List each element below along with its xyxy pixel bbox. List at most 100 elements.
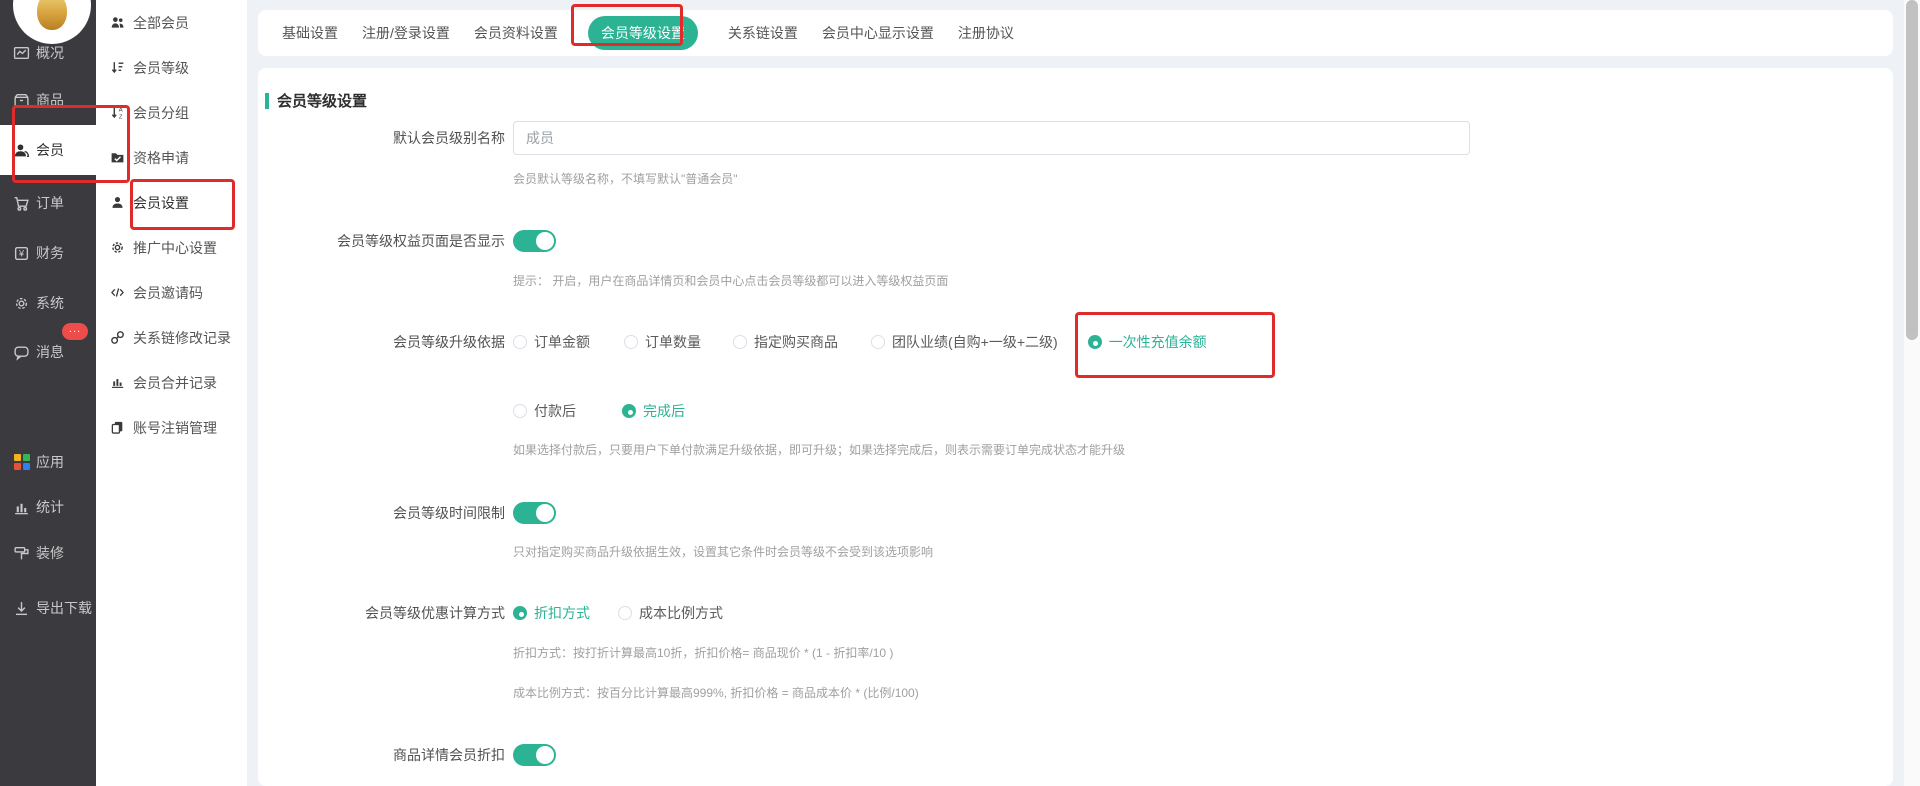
radio-after-completion[interactable]: 完成后 xyxy=(622,401,685,421)
radio-circle-icon xyxy=(513,335,527,349)
invite-code-icon xyxy=(110,285,125,300)
account-cancel-icon xyxy=(110,420,125,435)
decorate-icon xyxy=(13,545,30,562)
sidebar-item-member-group[interactable]: A Z 会员分组 xyxy=(96,90,247,135)
tab-register-agreement[interactable]: 注册协议 xyxy=(958,16,1014,50)
primary-sidebar: 概况 商品 会员 订单 ¥ 财务 xyxy=(0,0,96,786)
sidebar-item-apps[interactable]: 应用 xyxy=(0,437,96,487)
upgrade-basis-label: 会员等级升级依据 xyxy=(258,332,505,352)
time-limit-toggle[interactable] xyxy=(513,502,556,524)
sidebar-item-label: 会员 xyxy=(36,140,64,160)
sidebar-item-label: 推广中心设置 xyxy=(133,238,217,258)
scrollbar-track xyxy=(1904,0,1920,786)
time-limit-help: 只对指定购买商品升级依据生效，设置其它条件时会员等级不会受到该选项影响 xyxy=(513,543,933,560)
radio-order-count[interactable]: 订单数量 xyxy=(624,332,701,352)
sidebar-item-label: 系统 xyxy=(36,293,64,313)
section-title: 会员等级设置 xyxy=(277,90,367,111)
radio-cost-ratio-method[interactable]: 成本比例方式 xyxy=(618,603,723,623)
sidebar-item-system[interactable]: 系统 xyxy=(0,278,96,328)
default-level-name-input[interactable] xyxy=(513,121,1470,155)
sidebar-item-label: 关系链修改记录 xyxy=(133,328,231,348)
detail-discount-toggle[interactable] xyxy=(513,744,556,766)
orders-icon xyxy=(13,195,30,212)
member-level-settings-panel: 会员等级设置 默认会员级别名称 会员默认等级名称，不填写默认"普通会员" 会员等… xyxy=(258,68,1893,786)
sidebar-item-label: 资格申请 xyxy=(133,148,189,168)
sidebar-item-qualification[interactable]: 资格申请 xyxy=(96,135,247,180)
scrollbar-thumb[interactable] xyxy=(1906,0,1918,340)
section-accent-bar xyxy=(265,93,269,109)
member-level-icon xyxy=(110,60,125,75)
tab-basic-settings[interactable]: 基础设置 xyxy=(282,16,338,50)
tab-relation-chain-settings[interactable]: 关系链设置 xyxy=(728,16,798,50)
sidebar-item-export[interactable]: 导出下载 xyxy=(0,583,96,633)
sidebar-item-label: 会员分组 xyxy=(133,103,189,123)
sidebar-item-merge-records[interactable]: 会员合并记录 xyxy=(96,360,247,405)
svg-text:Z: Z xyxy=(119,114,123,120)
tab-member-level-settings[interactable]: 会员等级设置 xyxy=(588,16,698,50)
sidebar-item-promotion-settings[interactable]: 推广中心设置 xyxy=(96,225,247,270)
rights-page-visible-help: 提示： 开启，用户在商品详情页和会员中心点击会员等级都可以进入等级权益页面 xyxy=(513,272,948,289)
sidebar-item-messages[interactable]: 消息 ... xyxy=(0,327,96,377)
tab-register-login-settings[interactable]: 注册/登录设置 xyxy=(362,16,450,50)
radio-circle-icon xyxy=(624,335,638,349)
discount-method-help: 折扣方式：按打折计算最高10折，折扣价格= 商品现价 * (1 - 折扣率/10… xyxy=(513,644,893,661)
radio-discount-method[interactable]: 折扣方式 xyxy=(513,603,590,623)
sidebar-item-goods[interactable]: 商品 xyxy=(0,75,96,125)
radio-specified-goods[interactable]: 指定购买商品 xyxy=(733,332,838,352)
sidebar-item-stats[interactable]: 统计 xyxy=(0,482,96,532)
tab-member-profile-settings[interactable]: 会员资料设置 xyxy=(474,16,558,50)
secondary-sidebar: 全部会员 会员等级 A Z 会员分组 资格申请 xyxy=(96,0,247,786)
stats-icon xyxy=(13,499,30,516)
sidebar-item-label: 全部会员 xyxy=(133,13,189,33)
section-header: 会员等级设置 xyxy=(265,90,367,111)
svg-text:¥: ¥ xyxy=(18,248,25,258)
sidebar-item-label: 导出下载 xyxy=(36,598,92,618)
rights-page-visible-toggle[interactable] xyxy=(513,230,556,252)
radio-circle-icon xyxy=(622,404,636,418)
sidebar-item-member-settings[interactable]: 会员设置 xyxy=(96,180,247,225)
merge-records-icon xyxy=(110,375,125,390)
sidebar-item-label: 财务 xyxy=(36,243,64,263)
sidebar-item-invite-code[interactable]: 会员邀请码 xyxy=(96,270,247,315)
radio-order-amount[interactable]: 订单金额 xyxy=(513,332,590,352)
rights-page-visible-label: 会员等级权益页面是否显示 xyxy=(258,231,505,251)
messages-badge: ... xyxy=(62,323,88,340)
radio-circle-icon xyxy=(618,606,632,620)
radio-after-payment[interactable]: 付款后 xyxy=(513,401,576,421)
sidebar-item-label: 消息 xyxy=(36,342,64,362)
default-level-name-label: 默认会员级别名称 xyxy=(258,128,505,148)
sidebar-item-finance[interactable]: ¥ 财务 xyxy=(0,228,96,278)
sidebar-item-decorate[interactable]: 装修 xyxy=(0,528,96,578)
radio-one-time-recharge-balance[interactable]: 一次性充值余额 xyxy=(1088,332,1207,352)
sidebar-item-label: 商品 xyxy=(36,90,64,110)
member-group-icon: A Z xyxy=(110,105,125,120)
default-level-name-help: 会员默认等级名称，不填写默认"普通会员" xyxy=(513,170,738,187)
sidebar-item-relation-chain[interactable]: 关系链修改记录 xyxy=(96,315,247,360)
tab-member-center-display-settings[interactable]: 会员中心显示设置 xyxy=(822,16,934,50)
promotion-gear-icon xyxy=(110,240,125,255)
sidebar-item-label: 统计 xyxy=(36,497,64,517)
sidebar-item-label: 应用 xyxy=(36,452,64,472)
sidebar-item-account-cancel[interactable]: 账号注销管理 xyxy=(96,405,247,450)
apps-icon xyxy=(13,454,30,471)
goods-icon xyxy=(13,92,30,109)
sidebar-item-orders[interactable]: 订单 xyxy=(0,178,96,228)
system-icon xyxy=(13,295,30,312)
sidebar-item-label: 账号注销管理 xyxy=(133,418,217,438)
sidebar-item-label: 会员等级 xyxy=(133,58,189,78)
detail-discount-label: 商品详情会员折扣 xyxy=(258,745,505,765)
sidebar-item-label: 会员合并记录 xyxy=(133,373,217,393)
sidebar-item-member-level[interactable]: 会员等级 xyxy=(96,45,247,90)
finance-icon: ¥ xyxy=(13,245,30,262)
sidebar-item-members[interactable]: 会员 xyxy=(0,125,96,175)
svg-text:A: A xyxy=(119,107,123,113)
sidebar-item-label: 会员邀请码 xyxy=(133,283,203,303)
radio-circle-icon xyxy=(733,335,747,349)
sidebar-item-all-members[interactable]: 全部会员 xyxy=(96,0,247,45)
radio-team-performance[interactable]: 团队业绩(自购+一级+二级) xyxy=(871,332,1058,352)
all-members-icon xyxy=(110,15,125,30)
radio-circle-icon xyxy=(871,335,885,349)
members-icon xyxy=(13,142,30,159)
sidebar-item-overview[interactable]: 概况 xyxy=(0,28,96,78)
time-limit-label: 会员等级时间限制 xyxy=(258,503,505,523)
